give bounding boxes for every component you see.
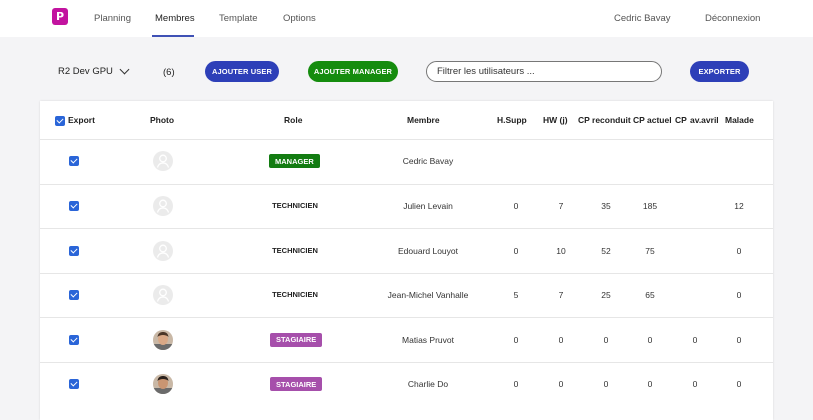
- table-cell: 0: [513, 200, 519, 211]
- avatar: [153, 329, 173, 350]
- nav-template[interactable]: Template: [219, 13, 258, 24]
- chevron-down-icon: [119, 64, 130, 75]
- table-cell: 75: [645, 245, 655, 256]
- table-cell: 0: [603, 334, 609, 345]
- member-name[interactable]: Edouard Louyot: [368, 246, 488, 256]
- member-name[interactable]: Julien Levain: [368, 201, 488, 211]
- table-cell: 0: [736, 334, 742, 345]
- table-cell: 0: [736, 379, 742, 390]
- table-cell: 10: [556, 245, 566, 256]
- member-name[interactable]: Matias Pruvot: [368, 335, 488, 345]
- app-logo[interactable]: P: [52, 8, 68, 25]
- export-checkbox[interactable]: [69, 290, 79, 301]
- header-cp-actuel: CP actuel: [633, 115, 672, 125]
- add-manager-button[interactable]: AJOUTER MANAGER: [308, 61, 398, 82]
- user-name[interactable]: Cedric Bavay: [614, 13, 671, 24]
- member-name[interactable]: Jean-Michel Vanhalle: [368, 290, 488, 300]
- export-all-checkbox[interactable]: [55, 116, 65, 126]
- role-label: TECHNICIEN: [272, 200, 318, 210]
- export-checkbox[interactable]: [69, 379, 79, 390]
- row-divider: [40, 273, 773, 274]
- row-divider: [40, 362, 773, 363]
- role-badge: STAGIAIRE: [270, 332, 323, 347]
- export-button[interactable]: EXPORTER: [690, 61, 749, 82]
- header-malade: Malade: [725, 115, 754, 125]
- role-badge: MANAGER: [269, 154, 320, 169]
- avatar: [153, 195, 173, 216]
- table-cell: 0: [558, 334, 564, 345]
- export-checkbox[interactable]: [69, 334, 79, 345]
- table-cell: 0: [647, 379, 653, 390]
- table-cell: 185: [642, 200, 658, 211]
- table-cell: 35: [601, 200, 611, 211]
- table-cell: 7: [558, 200, 564, 211]
- team-select[interactable]: R2 Dev GPU: [58, 64, 130, 77]
- export-checkbox[interactable]: [69, 245, 79, 256]
- header-hw: HW (j): [543, 115, 568, 125]
- avatar: [153, 240, 173, 261]
- export-checkbox[interactable]: [69, 200, 79, 211]
- table-cell: 0: [603, 379, 609, 390]
- table-cell: 0: [513, 334, 519, 345]
- active-tab-indicator: [152, 35, 194, 37]
- top-navbar: P Planning Membres Template Options Cedr…: [0, 0, 813, 37]
- role-badge: STAGIAIRE: [270, 377, 323, 392]
- header-av-avril: av.avril: [690, 115, 719, 125]
- role-label: TECHNICIEN: [272, 290, 318, 300]
- member-count: (6): [163, 67, 175, 78]
- search-placeholder: Filtrer les utilisateurs ...: [437, 66, 535, 77]
- table-cell: 12: [734, 200, 744, 211]
- row-divider: [40, 184, 773, 185]
- avatar: [153, 285, 173, 306]
- nav-planning[interactable]: Planning: [94, 13, 131, 24]
- header-photo: Photo: [150, 115, 175, 125]
- team-select-value: R2 Dev GPU: [58, 66, 113, 77]
- member-name[interactable]: Charlie Do: [368, 379, 488, 389]
- table-cell: 5: [513, 290, 519, 301]
- header-member: Membre: [407, 115, 440, 125]
- role-label: TECHNICIEN: [272, 245, 318, 255]
- table-cell: 0: [513, 245, 519, 256]
- header-hsupp: H.Supp: [497, 115, 527, 125]
- table-cell: 0: [692, 334, 698, 345]
- row-divider: [40, 317, 773, 318]
- table-cell: 7: [558, 290, 564, 301]
- table-cell: 25: [601, 290, 611, 301]
- table-cell: 0: [513, 379, 519, 390]
- header-cp: CP: [675, 115, 687, 125]
- table-cell: 0: [736, 290, 742, 301]
- table-cell: 0: [736, 245, 742, 256]
- member-name[interactable]: Cedric Bavay: [368, 156, 488, 166]
- table-cell: 0: [647, 334, 653, 345]
- nav-membres[interactable]: Membres: [155, 13, 195, 24]
- members-table: [40, 101, 773, 420]
- search-input[interactable]: Filtrer les utilisateurs ...: [426, 61, 662, 82]
- table-cell: 65: [645, 290, 655, 301]
- header-export: Export: [68, 115, 95, 125]
- nav-options[interactable]: Options: [283, 13, 316, 24]
- table-cell: 0: [558, 379, 564, 390]
- table-cell: 52: [601, 245, 611, 256]
- header-role: Role: [284, 115, 303, 125]
- logout-link[interactable]: Déconnexion: [705, 13, 760, 24]
- header-cp-reconduit: CP reconduit: [578, 115, 631, 125]
- add-user-button[interactable]: AJOUTER USER: [205, 61, 279, 82]
- table-cell: 0: [692, 379, 698, 390]
- row-divider: [40, 228, 773, 229]
- export-checkbox[interactable]: [69, 156, 79, 167]
- header-divider: [40, 139, 773, 140]
